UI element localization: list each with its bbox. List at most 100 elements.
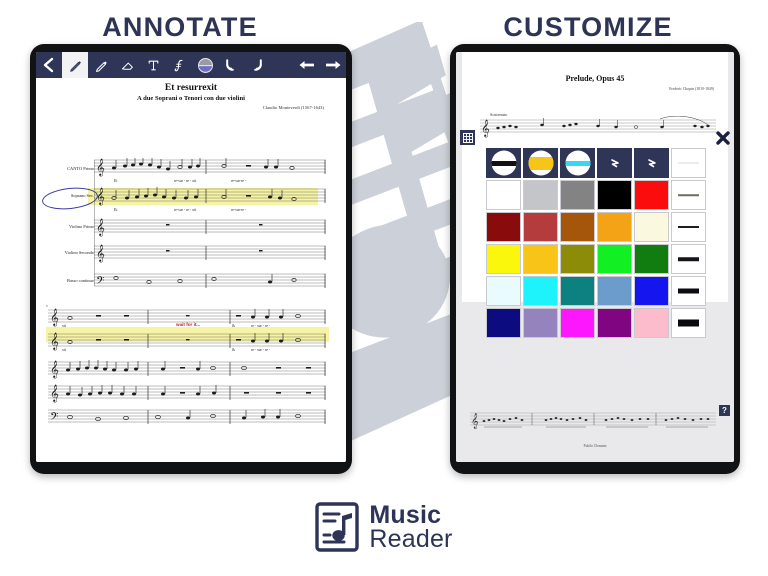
score-footer-note: Public Domain [583,444,607,448]
undo-icon[interactable] [218,52,244,78]
help-label: ? [722,406,727,415]
svg-text:𝄞: 𝄞 [96,159,105,176]
palette-swatch-r1-c6[interactable] [671,148,706,178]
score-staff-right-top: 𝄞 [480,116,716,137]
score-title-right: Prelude, Opus 45 [565,74,625,83]
palette-swatch-r2-c5[interactable] [634,180,669,210]
palette-swatch-r5-c1[interactable] [486,276,521,306]
lyric-sys2-canto-resurre: re - sur - re - [251,324,271,328]
tablet-left-screen: Et resurrexit A due Soprani o Tenori con… [36,52,346,462]
svg-text:𝄞: 𝄞 [96,219,105,236]
next-page-arrow-icon[interactable] [320,52,346,78]
palette-swatch-r4-c5[interactable] [634,244,669,274]
line-width-indicator [678,319,699,327]
palette-swatch-r2-c1[interactable] [486,180,521,210]
palette-swatch-r4-c6[interactable] [671,244,706,274]
svg-text:𝄞: 𝄞 [96,245,105,262]
svg-text:𝄞: 𝄞 [50,333,59,350]
palette-swatch-r5-c3[interactable] [560,276,595,306]
staff-label-violino1: Violino Primo [69,224,94,229]
tablet-device-right: Prelude, Opus 45 Frederic Chopin (1810-1… [450,44,740,474]
palette-swatch-r3-c5[interactable] [634,212,669,242]
svg-text:𝄞: 𝄞 [50,361,59,378]
line-width-indicator [678,162,699,164]
staff-label-violino2: Violino Secondo [64,250,94,255]
palette-swatch-r5-c4[interactable] [597,276,632,306]
page-title-customize: CUSTOMIZE [503,12,673,42]
palette-swatch-r3-c2[interactable] [523,212,558,242]
score-subtitle: A due Soprani o Tenori con due violini [137,95,245,102]
music-sheet-note-icon [315,502,360,552]
palette-swatch-r2-c2[interactable] [523,180,558,210]
palette-swatch-r1-c1[interactable] [486,148,521,178]
lyric-canto-2: re-sur - re - xit [174,179,197,183]
svg-text:𝄞: 𝄞 [50,309,59,326]
palette-swatch-r1-c5[interactable] [634,148,669,178]
palette-swatch-r2-c4[interactable] [597,180,632,210]
swatch-stroke-band [491,160,516,166]
highlighter-icon[interactable] [88,52,114,78]
lyric-soprano-1: Et [114,208,118,212]
palette-swatch-r4-c4[interactable] [597,244,632,274]
line-width-indicator [678,226,699,228]
palette-swatch-r1-c3[interactable] [560,148,595,178]
palette-swatch-r5-c5[interactable] [634,276,669,306]
annotation-circle [41,185,99,212]
staff-system-1: 𝄞 𝄞 𝄞 𝄞 𝄢 [94,158,326,289]
color-palette-grid[interactable] [486,148,706,338]
brand-name-line2: Reader [369,525,453,553]
score-title: Et resurrexit [164,83,218,93]
line-width-indicator [678,194,699,196]
palette-swatch-r4-c1[interactable] [486,244,521,274]
handwritten-annotation: wait for it... [176,322,201,327]
palette-swatch-r1-c4[interactable] [597,148,632,178]
slur-tool-icon[interactable] [166,52,192,78]
lyric-soprano-2: re-sur - re - xit [174,208,197,212]
palette-swatch-r2-c6[interactable] [671,180,706,210]
promo-screenshot: ANNOTATE CUSTOMIZE Et resurrexit A due S… [0,0,768,576]
palette-swatch-r4-c2[interactable] [523,244,558,274]
help-question-icon[interactable]: ? [719,405,730,416]
staff-label-basso: Basso continuo [67,278,94,283]
swatch-circle [528,150,553,176]
color-circle-icon[interactable] [192,52,218,78]
palette-swatch-r6-c1[interactable] [486,308,521,338]
lyric-sys2-soprano-resurre: re - sur - re - [251,348,271,352]
svg-text:𝄢: 𝄢 [50,410,58,425]
lyric-sys2-soprano-amp: & [232,348,235,352]
swatch-stroke-band [528,156,553,170]
close-x-icon[interactable] [715,130,730,145]
back-chevron-icon[interactable] [36,52,62,78]
eraser-mark-icon [610,159,619,168]
text-tool-icon[interactable] [140,52,166,78]
score-page-right[interactable]: Prelude, Opus 45 Frederic Chopin (1810-1… [456,52,734,462]
svg-text:𝄞: 𝄞 [96,188,105,205]
score-composer-right: Frederic Chopin (1810-1849) [669,87,714,91]
line-width-indicator [678,257,699,261]
lyric-sys2-canto-xit: xit [62,324,67,328]
palette-swatch-r3-c6[interactable] [671,212,706,242]
eraser-icon[interactable] [114,52,140,78]
palette-swatch-r3-c3[interactable] [560,212,595,242]
lyric-canto-3: re-sur-re - [231,179,247,183]
palette-swatch-r3-c4[interactable] [597,212,632,242]
palette-swatch-r5-c2[interactable] [523,276,558,306]
palette-swatch-r3-c1[interactable] [486,212,521,242]
palette-swatch-r6-c6[interactable] [671,308,706,338]
palette-swatch-r6-c4[interactable] [597,308,632,338]
palette-swatch-r1-c2[interactable] [523,148,558,178]
brand-logo: Music Reader [0,502,768,552]
grid-icon[interactable] [460,130,475,145]
score-page-left[interactable]: Et resurrexit A due Soprani o Tenori con… [36,78,346,462]
score-composer: Claudio Monteverdi (1567-1643) [262,105,324,110]
palette-swatch-r4-c3[interactable] [560,244,595,274]
palette-swatch-r6-c3[interactable] [560,308,595,338]
svg-text:𝄞: 𝄞 [481,120,490,137]
pencil-icon[interactable] [62,52,88,78]
previous-page-arrow-icon[interactable] [294,52,320,78]
palette-swatch-r6-c2[interactable] [523,308,558,338]
redo-icon[interactable] [244,52,270,78]
palette-swatch-r2-c3[interactable] [560,180,595,210]
palette-swatch-r6-c5[interactable] [634,308,669,338]
palette-swatch-r5-c6[interactable] [671,276,706,306]
